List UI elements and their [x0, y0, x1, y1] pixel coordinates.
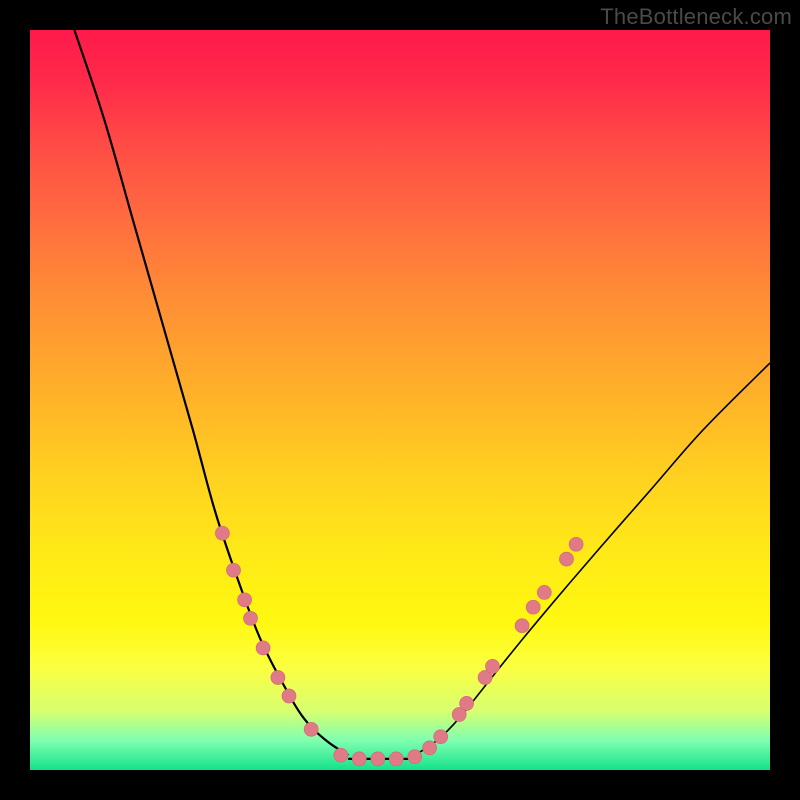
sample-dot	[537, 585, 551, 599]
sample-dot	[238, 593, 252, 607]
sample-dot	[408, 750, 422, 764]
chart-svg	[30, 30, 770, 770]
sample-dot	[569, 537, 583, 551]
sample-dot	[560, 552, 574, 566]
plot-area	[30, 30, 770, 770]
sample-dot	[460, 696, 474, 710]
sample-dot	[282, 689, 296, 703]
sample-dot	[227, 563, 241, 577]
dots-group	[215, 526, 583, 766]
left-curve	[74, 30, 348, 755]
sample-dot	[526, 600, 540, 614]
sample-dot	[244, 611, 258, 625]
sample-dot	[304, 722, 318, 736]
watermark-text: TheBottleneck.com	[600, 4, 792, 30]
chart-frame: TheBottleneck.com	[0, 0, 800, 800]
sample-dot	[389, 752, 403, 766]
sample-dot	[371, 752, 385, 766]
sample-dot	[486, 659, 500, 673]
sample-dot	[271, 671, 285, 685]
sample-dot	[256, 641, 270, 655]
sample-dot	[352, 752, 366, 766]
curve-group	[74, 30, 770, 759]
sample-dot	[423, 741, 437, 755]
sample-dot	[334, 748, 348, 762]
sample-dot	[434, 730, 448, 744]
sample-dot	[215, 526, 229, 540]
sample-dot	[515, 619, 529, 633]
